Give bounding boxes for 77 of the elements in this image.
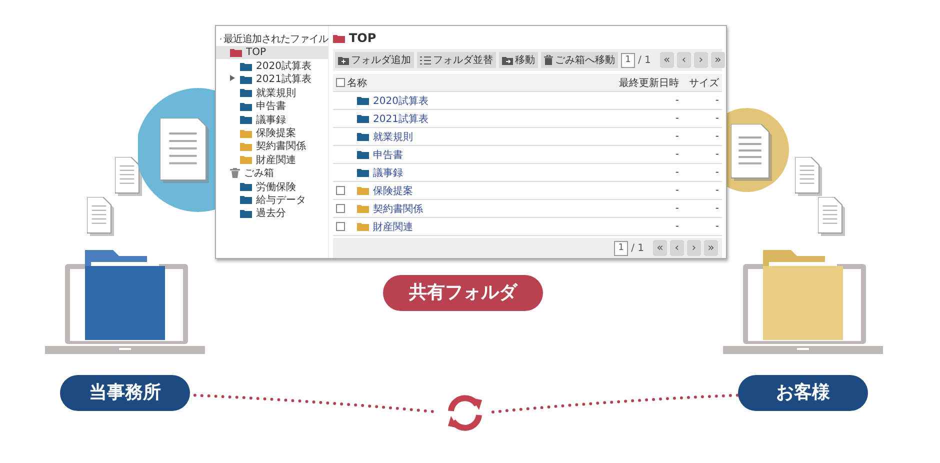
tree-item[interactable]: 契約書関係 xyxy=(216,140,328,154)
page-field[interactable]: 1 xyxy=(621,52,635,68)
recent-files-link[interactable]: 最近追加されたファイル xyxy=(224,32,328,46)
size-cell-text: - xyxy=(714,185,720,196)
office-label: 当事務所 xyxy=(60,375,190,411)
expand-arrow-icon[interactable] xyxy=(230,75,235,82)
column-header[interactable]: 名称 xyxy=(347,76,586,90)
size-cell-text: - xyxy=(714,221,720,232)
folder-link[interactable]: 申告書 xyxy=(373,148,403,162)
pager-button[interactable]: ‹ xyxy=(670,240,684,256)
select-all-checkbox[interactable] xyxy=(336,78,345,87)
tree-item[interactable]: 財産関連 xyxy=(216,153,328,167)
document-icon xyxy=(731,124,773,182)
pager-button[interactable]: « xyxy=(660,52,674,68)
folder-title: TOP xyxy=(349,31,376,45)
tree-item[interactable]: 議事録 xyxy=(216,112,328,126)
folder-link[interactable]: 2020試算表 xyxy=(373,94,428,108)
list-icon xyxy=(420,56,431,64)
folder-link[interactable]: 保険提案 xyxy=(373,184,413,198)
tree-item[interactable]: 2021試算表 xyxy=(216,72,328,86)
row-checkbox[interactable] xyxy=(336,186,345,195)
trash-icon xyxy=(544,55,553,65)
page-total: / 1 xyxy=(631,242,644,254)
date-cell-text: - xyxy=(674,185,680,196)
tree-item[interactable]: TOP xyxy=(216,46,328,60)
folder-arrow-icon xyxy=(502,56,513,64)
tree-item[interactable]: 給与データ xyxy=(216,193,328,207)
size-cell-text: - xyxy=(714,203,720,214)
pager-button[interactable]: › xyxy=(687,240,701,256)
size-cell-text: - xyxy=(714,149,720,160)
shared-folder-label: 共有フォルダ xyxy=(383,275,543,311)
pager-button[interactable]: « xyxy=(653,240,667,256)
tree-item[interactable]: 過去分 xyxy=(216,206,328,220)
toolbar-button[interactable]: フォルダ並替 xyxy=(417,52,496,68)
tree-item[interactable]: 保険提案 xyxy=(216,126,328,140)
row-checkbox[interactable] xyxy=(336,204,345,213)
folder-link[interactable]: 2021試算表 xyxy=(373,112,428,126)
tree-item[interactable]: 就業規則 xyxy=(216,86,328,100)
date-cell-text: - xyxy=(674,95,680,106)
client-label: お客様 xyxy=(738,375,868,411)
tree-item[interactable]: ごみ箱 xyxy=(216,166,328,180)
folder-plus-icon xyxy=(338,56,349,64)
date-cell-text: - xyxy=(674,131,680,142)
page-field[interactable]: 1 xyxy=(614,240,628,256)
pager-button[interactable]: ‹ xyxy=(676,52,691,68)
folder-link[interactable]: 財産関連 xyxy=(373,220,413,234)
document-icon xyxy=(818,197,846,237)
folder-icon xyxy=(333,34,345,42)
page-total: / 1 xyxy=(638,54,651,66)
document-icon xyxy=(115,157,143,197)
toolbar-button[interactable]: 移動 xyxy=(499,52,538,68)
size-cell-text: - xyxy=(714,167,720,178)
folder-link[interactable]: 契約書関係 xyxy=(373,202,423,216)
pager-button[interactable]: » xyxy=(704,240,718,256)
toolbar-button[interactable]: フォルダ追加 xyxy=(335,52,414,68)
date-cell-text: - xyxy=(674,149,680,160)
folder-link[interactable]: 就業規則 xyxy=(373,130,413,144)
date-cell-text: - xyxy=(674,167,680,178)
size-cell-text: - xyxy=(714,95,720,106)
column-header[interactable]: 最終更新日時 xyxy=(586,76,682,90)
document-icon xyxy=(87,197,115,237)
folder-link[interactable]: 議事録 xyxy=(373,166,403,180)
tree-item[interactable]: 労働保険 xyxy=(216,180,328,194)
date-cell-text: - xyxy=(674,221,680,232)
row-checkbox[interactable] xyxy=(336,222,345,231)
tree-item[interactable]: 2020試算表 xyxy=(216,59,328,73)
date-cell-text: - xyxy=(674,203,680,214)
size-cell-text: - xyxy=(714,113,720,124)
pager-button[interactable]: » xyxy=(710,52,725,68)
date-cell-text: - xyxy=(674,113,680,124)
document-icon xyxy=(795,157,823,197)
document-icon xyxy=(160,118,210,184)
toolbar-button[interactable]: ごみ箱へ移動 xyxy=(541,52,618,68)
size-cell-text: - xyxy=(714,131,720,142)
tree-item[interactable]: 申告書 xyxy=(216,100,328,113)
pager-button[interactable]: › xyxy=(694,52,708,68)
column-header[interactable]: サイズ xyxy=(682,76,722,90)
